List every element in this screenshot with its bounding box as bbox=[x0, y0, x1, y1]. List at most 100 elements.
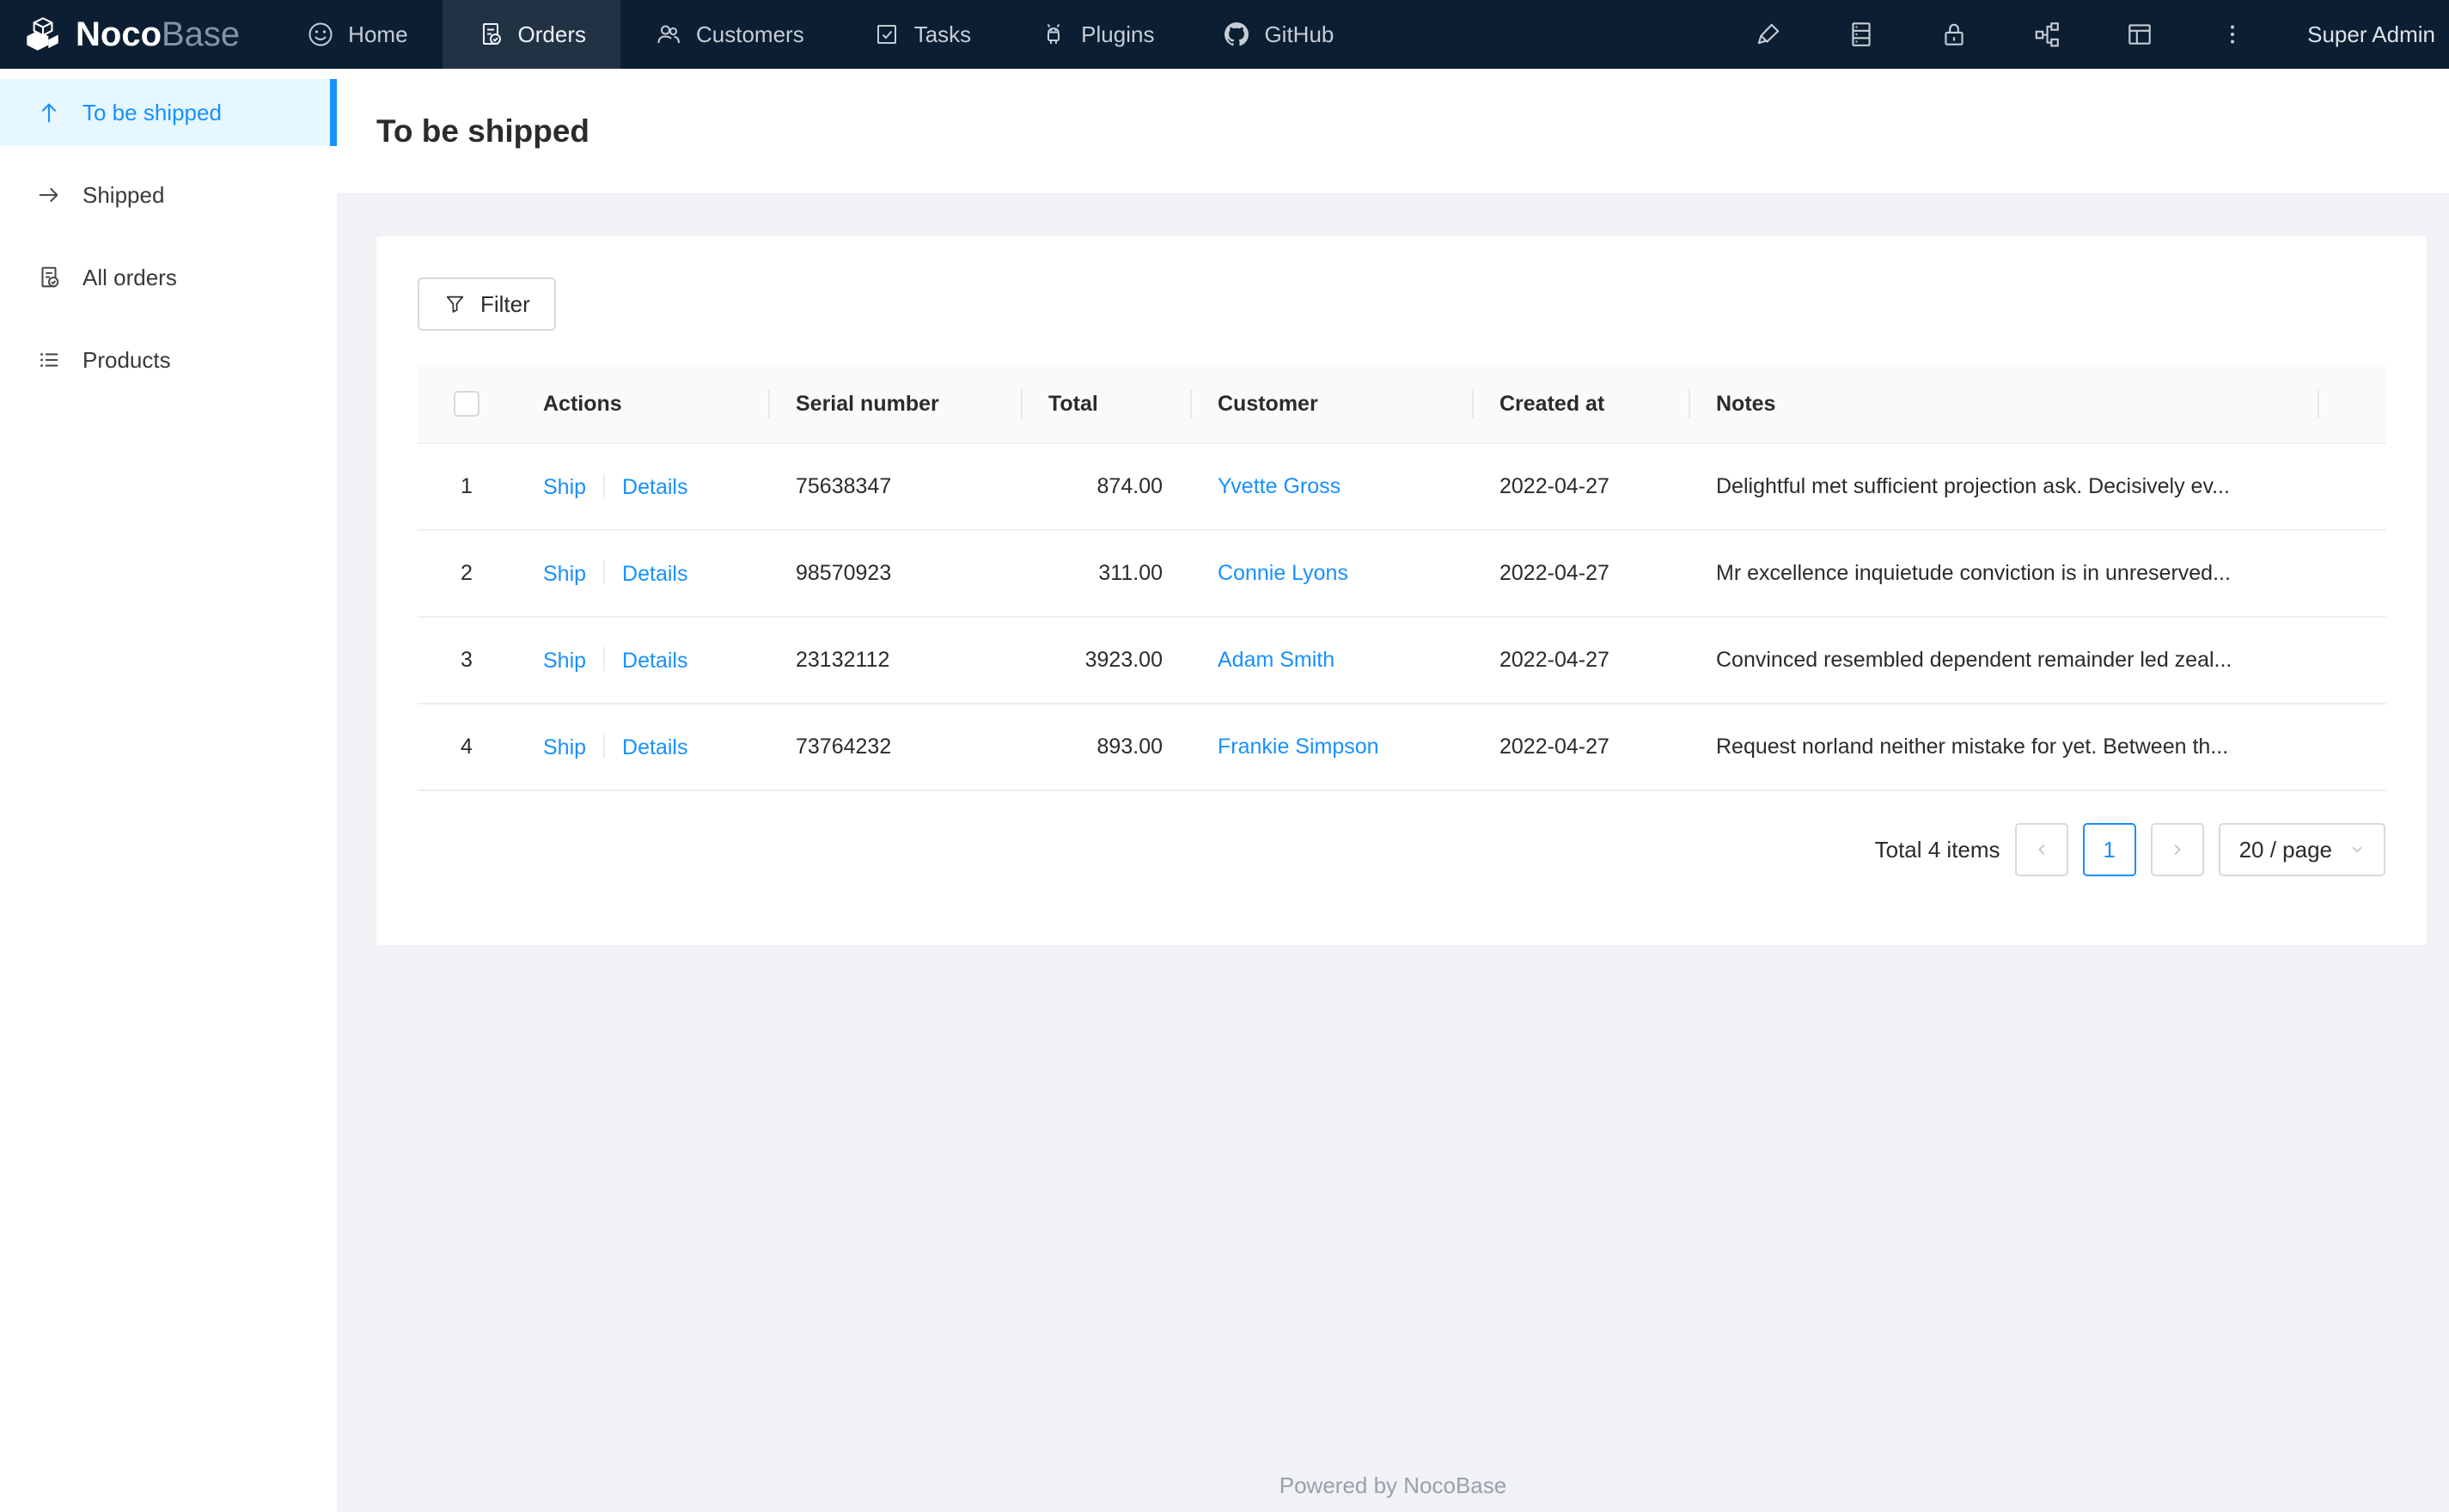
table-header: Actions Serial number Total Customer Cre… bbox=[418, 365, 2386, 445]
column-header-actions: Actions bbox=[516, 365, 768, 445]
nav-label: Customers bbox=[696, 21, 804, 47]
total-cell: 874.00 bbox=[1021, 443, 1190, 532]
sidebar-item-shipped[interactable]: Shipped bbox=[0, 162, 337, 229]
pagination-page-1[interactable]: 1 bbox=[2082, 823, 2136, 877]
nav-item-github[interactable]: GitHub bbox=[1188, 0, 1368, 69]
smile-icon bbox=[308, 22, 333, 46]
database-icon bbox=[1852, 22, 1871, 46]
notes-cell: Convinced resembled dependent remainder … bbox=[1689, 617, 2318, 705]
page-size-select[interactable]: 20 / page bbox=[2218, 823, 2385, 877]
table-row: 1 Ship Details 75638347 874.00 Yvette Gro… bbox=[418, 443, 2386, 532]
team-icon bbox=[657, 25, 680, 44]
customer-cell: Frankie Simpson bbox=[1190, 704, 1472, 792]
top-navbar: NocoBase Home Orders Customers Tasks Plu… bbox=[0, 0, 2449, 69]
customer-link[interactable]: Yvette Gross bbox=[1218, 474, 1341, 498]
brand-logo[interactable]: NocoBase bbox=[21, 13, 240, 56]
orders-table: Actions Serial number Total Customer Cre… bbox=[418, 365, 2386, 792]
lock-icon bbox=[1945, 23, 1963, 46]
column-header-notes: Notes bbox=[1689, 365, 2318, 445]
page-size-value: 20 / page bbox=[2238, 836, 2332, 863]
pagination: Total 4 items 1 20 / page bbox=[418, 823, 2385, 877]
table-header-row: Actions Serial number Total Customer Cre… bbox=[418, 365, 2386, 445]
row-index: 1 bbox=[418, 443, 516, 532]
sidebar-item-all-orders[interactable]: All orders bbox=[0, 244, 337, 311]
ship-link[interactable]: Ship bbox=[543, 562, 586, 586]
customer-link[interactable]: Connie Lyons bbox=[1218, 561, 1348, 585]
orders-card: Filter Actions Serial number Total Custo… bbox=[376, 236, 2427, 946]
brand-text: NocoBase bbox=[76, 15, 240, 54]
table-body: 1 Ship Details 75638347 874.00 Yvette Gro… bbox=[418, 443, 2386, 792]
action-divider bbox=[603, 734, 606, 759]
table-row: 2 Ship Details 98570923 311.00 Connie Lyo… bbox=[418, 530, 2386, 619]
nav-item-home[interactable]: Home bbox=[272, 0, 442, 69]
page-header: To be shipped bbox=[337, 69, 2449, 193]
page-title: To be shipped bbox=[376, 113, 590, 149]
details-link[interactable]: Details bbox=[622, 475, 687, 499]
select-all-header bbox=[418, 365, 516, 445]
nav-label: GitHub bbox=[1264, 21, 1334, 47]
sidebar-item-products[interactable]: Products bbox=[0, 326, 337, 393]
more-menu-button[interactable] bbox=[2218, 20, 2247, 49]
column-header-customer: Customer bbox=[1190, 365, 1472, 445]
android-icon bbox=[1047, 23, 1060, 44]
filter-button-label: Filter bbox=[480, 290, 530, 317]
arrow-up-icon bbox=[41, 103, 57, 123]
ui-editor-button[interactable] bbox=[1754, 20, 1783, 49]
nav-item-orders[interactable]: Orders bbox=[442, 0, 620, 69]
collections-graph-button[interactable] bbox=[2032, 20, 2061, 49]
table-row: 4 Ship Details 73764232 893.00 Frankie Si… bbox=[418, 704, 2386, 792]
ship-link[interactable]: Ship bbox=[543, 735, 586, 759]
column-header-serial: Serial number bbox=[768, 365, 1021, 445]
nav-item-tasks[interactable]: Tasks bbox=[839, 0, 1005, 69]
row-actions: Ship Details bbox=[516, 704, 768, 792]
table-row: 3 Ship Details 23132112 3923.00 Adam Smit… bbox=[418, 617, 2386, 705]
total-cell: 311.00 bbox=[1021, 530, 1190, 619]
filter-icon bbox=[446, 296, 464, 313]
file-done-icon bbox=[41, 266, 59, 288]
chevron-left-icon bbox=[2038, 844, 2044, 856]
filter-button[interactable]: Filter bbox=[418, 277, 556, 331]
chevron-right-icon bbox=[2174, 844, 2181, 856]
sidebar-item-label: All orders bbox=[82, 264, 177, 290]
pagination-next-button[interactable] bbox=[2150, 823, 2204, 877]
customer-link[interactable]: Adam Smith bbox=[1218, 648, 1334, 672]
user-menu[interactable]: Super Admin bbox=[2307, 21, 2435, 48]
database-button[interactable] bbox=[1847, 20, 1876, 49]
details-link[interactable]: Details bbox=[622, 562, 687, 586]
sidebar-item-to-be-shipped[interactable]: To be shipped bbox=[0, 79, 337, 146]
page-content: Filter Actions Serial number Total Custo… bbox=[337, 193, 2449, 1512]
customer-cell: Connie Lyons bbox=[1190, 530, 1472, 619]
nav-item-customers[interactable]: Customers bbox=[620, 0, 839, 69]
serial-number-cell: 98570923 bbox=[768, 530, 1021, 619]
ship-link[interactable]: Ship bbox=[543, 649, 586, 673]
nav-item-plugins[interactable]: Plugins bbox=[1005, 0, 1188, 69]
serial-number-cell: 73764232 bbox=[768, 704, 1021, 792]
layout-button[interactable] bbox=[2125, 20, 2154, 49]
created-at-cell: 2022-04-27 bbox=[1472, 704, 1689, 792]
nav-label: Plugins bbox=[1081, 21, 1155, 47]
nav-label: Tasks bbox=[913, 21, 972, 47]
customer-link[interactable]: Frankie Simpson bbox=[1218, 735, 1379, 759]
sidebar-item-label: To be shipped bbox=[82, 99, 222, 125]
pagination-prev-button[interactable] bbox=[2014, 823, 2068, 877]
total-cell: 3923.00 bbox=[1021, 617, 1190, 705]
row-actions: Ship Details bbox=[516, 443, 768, 532]
unordered-list-icon bbox=[40, 353, 58, 367]
row-index: 3 bbox=[418, 617, 516, 705]
select-all-checkbox[interactable] bbox=[454, 391, 479, 418]
action-divider bbox=[603, 473, 606, 498]
stub-cell bbox=[2318, 704, 2386, 792]
chevron-down-icon bbox=[2352, 847, 2362, 853]
lock-button[interactable] bbox=[1939, 20, 1969, 49]
layout-icon bbox=[2128, 24, 2151, 45]
details-link[interactable]: Details bbox=[622, 649, 687, 673]
sidebar-item-label: Products bbox=[82, 346, 171, 373]
row-actions: Ship Details bbox=[516, 617, 768, 705]
details-link[interactable]: Details bbox=[622, 735, 687, 759]
customer-cell: Adam Smith bbox=[1190, 617, 1472, 705]
ship-link[interactable]: Ship bbox=[543, 475, 586, 499]
total-cell: 893.00 bbox=[1021, 704, 1190, 792]
column-header-total: Total bbox=[1021, 365, 1190, 445]
stub-cell bbox=[2318, 443, 2386, 532]
nav-label: Home bbox=[348, 21, 408, 47]
